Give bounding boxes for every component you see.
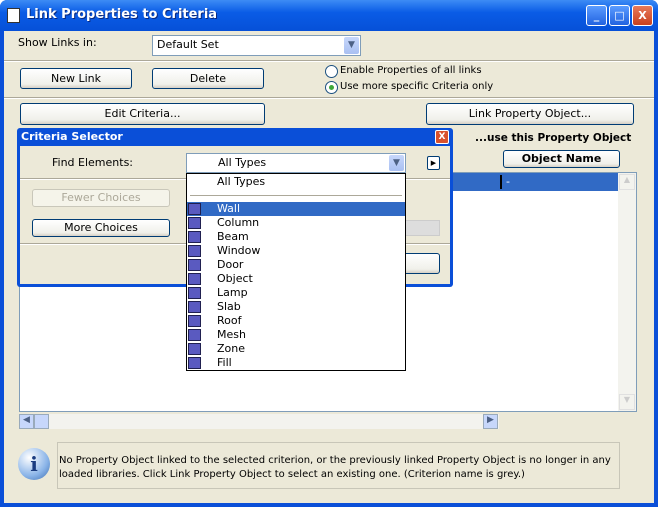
show-links-value: Default Set xyxy=(157,38,219,51)
link-property-object-button[interactable]: Link Property Object... xyxy=(426,103,634,125)
radio-enable-all[interactable] xyxy=(325,65,338,78)
dropdown-item-label: Fill xyxy=(217,356,232,369)
horizontal-scrollbar[interactable]: ◀ ▶ xyxy=(19,414,499,429)
show-links-label: Show Links in: xyxy=(18,36,97,49)
dropdown-item-zone[interactable]: Zone xyxy=(187,342,405,356)
vertical-scrollbar[interactable]: ▲ ▼ xyxy=(618,173,636,411)
app-icon xyxy=(7,8,20,23)
dropdown-item-roof[interactable]: Roof xyxy=(187,314,405,328)
fill-icon xyxy=(188,357,201,369)
info-message: No Property Object linked to the selecte… xyxy=(57,442,620,489)
dropdown-item-window[interactable]: Window xyxy=(187,244,405,258)
dropdown-item-label: Lamp xyxy=(217,286,248,299)
new-link-button[interactable]: New Link xyxy=(20,68,132,89)
dropdown-item-label: Door xyxy=(217,258,244,271)
scroll-thumb[interactable] xyxy=(34,414,49,429)
scroll-left-button[interactable]: ◀ xyxy=(19,414,34,429)
dialog-title: Criteria Selector xyxy=(21,130,123,143)
action-icon-button[interactable] xyxy=(405,220,440,236)
chevron-down-icon: ▼ xyxy=(344,37,359,54)
roof-icon xyxy=(188,315,201,327)
dropdown-item-label: Window xyxy=(217,244,261,257)
maximize-button[interactable]: □ xyxy=(609,5,630,26)
dropdown-item-door[interactable]: Door xyxy=(187,258,405,272)
dialog-close-button[interactable]: X xyxy=(435,130,449,144)
dropdown-item-label: Roof xyxy=(217,314,242,327)
dropdown-item-label: Zone xyxy=(217,342,246,355)
dropdown-separator xyxy=(190,195,402,196)
dropdown-item-beam[interactable]: Beam xyxy=(187,230,405,244)
object-name-cell: - xyxy=(506,175,510,188)
divider xyxy=(4,97,654,99)
find-elements-dropdown-list[interactable]: All Types Wall Column Beam Window Door Object… xyxy=(186,173,406,371)
beam-icon xyxy=(188,231,201,243)
scroll-up-button[interactable]: ▲ xyxy=(619,174,635,190)
delete-button[interactable]: Delete xyxy=(152,68,264,89)
find-elements-label: Find Elements: xyxy=(52,156,134,169)
minimize-button[interactable]: _ xyxy=(586,5,607,26)
scroll-right-button[interactable]: ▶ xyxy=(483,414,498,429)
dropdown-item-fill[interactable]: Fill xyxy=(187,356,405,370)
window-icon xyxy=(188,245,201,257)
radio-specific-criteria-label: Use more specific Criteria only xyxy=(340,81,494,92)
show-links-dropdown[interactable]: Default Set ▼ xyxy=(152,35,361,56)
dropdown-item-label: Beam xyxy=(217,230,249,243)
chevron-down-icon: ▼ xyxy=(389,155,404,171)
dropdown-item-wall[interactable]: Wall xyxy=(187,202,405,216)
lamp-icon xyxy=(188,287,201,299)
dropdown-item-slab[interactable]: Slab xyxy=(187,300,405,314)
column-divider xyxy=(500,175,502,189)
object-icon xyxy=(188,273,201,285)
object-name-column-header[interactable]: Object Name xyxy=(503,150,620,168)
dropdown-item-object[interactable]: Object xyxy=(187,272,405,286)
dropdown-item-label: Wall xyxy=(217,202,241,215)
dropdown-item-label: Slab xyxy=(217,300,241,313)
more-choices-button[interactable]: More Choices xyxy=(32,219,170,237)
scroll-down-button[interactable]: ▼ xyxy=(619,394,635,410)
zone-icon xyxy=(188,343,201,355)
radio-specific-criteria[interactable] xyxy=(325,81,338,94)
find-elements-dropdown[interactable]: All Types ▼ xyxy=(186,153,406,173)
door-icon xyxy=(188,259,201,271)
dropdown-item-lamp[interactable]: Lamp xyxy=(187,286,405,300)
dropdown-item-all-types[interactable]: All Types xyxy=(187,175,405,189)
title-bar[interactable]: Link Properties to Criteria _ □ X xyxy=(0,0,658,31)
dropdown-item-label: Column xyxy=(217,216,260,229)
expand-arrow-button[interactable]: ▶ xyxy=(427,156,440,170)
divider xyxy=(4,60,654,62)
slab-icon xyxy=(188,301,201,313)
dropdown-item-label: Object xyxy=(217,272,253,285)
window-title: Link Properties to Criteria xyxy=(26,7,218,22)
find-elements-value: All Types xyxy=(218,156,267,169)
dropdown-item-mesh[interactable]: Mesh xyxy=(187,328,405,342)
radio-enable-all-label: Enable Properties of all links xyxy=(340,65,482,76)
info-icon: i xyxy=(18,448,50,480)
dropdown-item-column[interactable]: Column xyxy=(187,216,405,230)
dialog-ok-button[interactable] xyxy=(400,253,440,274)
property-object-header: ...use this Property Object xyxy=(475,132,632,144)
fewer-choices-button[interactable]: Fewer Choices xyxy=(32,189,170,207)
mesh-icon xyxy=(188,329,201,341)
wall-icon xyxy=(188,203,201,215)
close-button[interactable]: X xyxy=(632,5,653,26)
dropdown-item-label: Mesh xyxy=(217,328,246,341)
column-icon xyxy=(188,217,201,229)
edit-criteria-button[interactable]: Edit Criteria... xyxy=(20,103,265,125)
